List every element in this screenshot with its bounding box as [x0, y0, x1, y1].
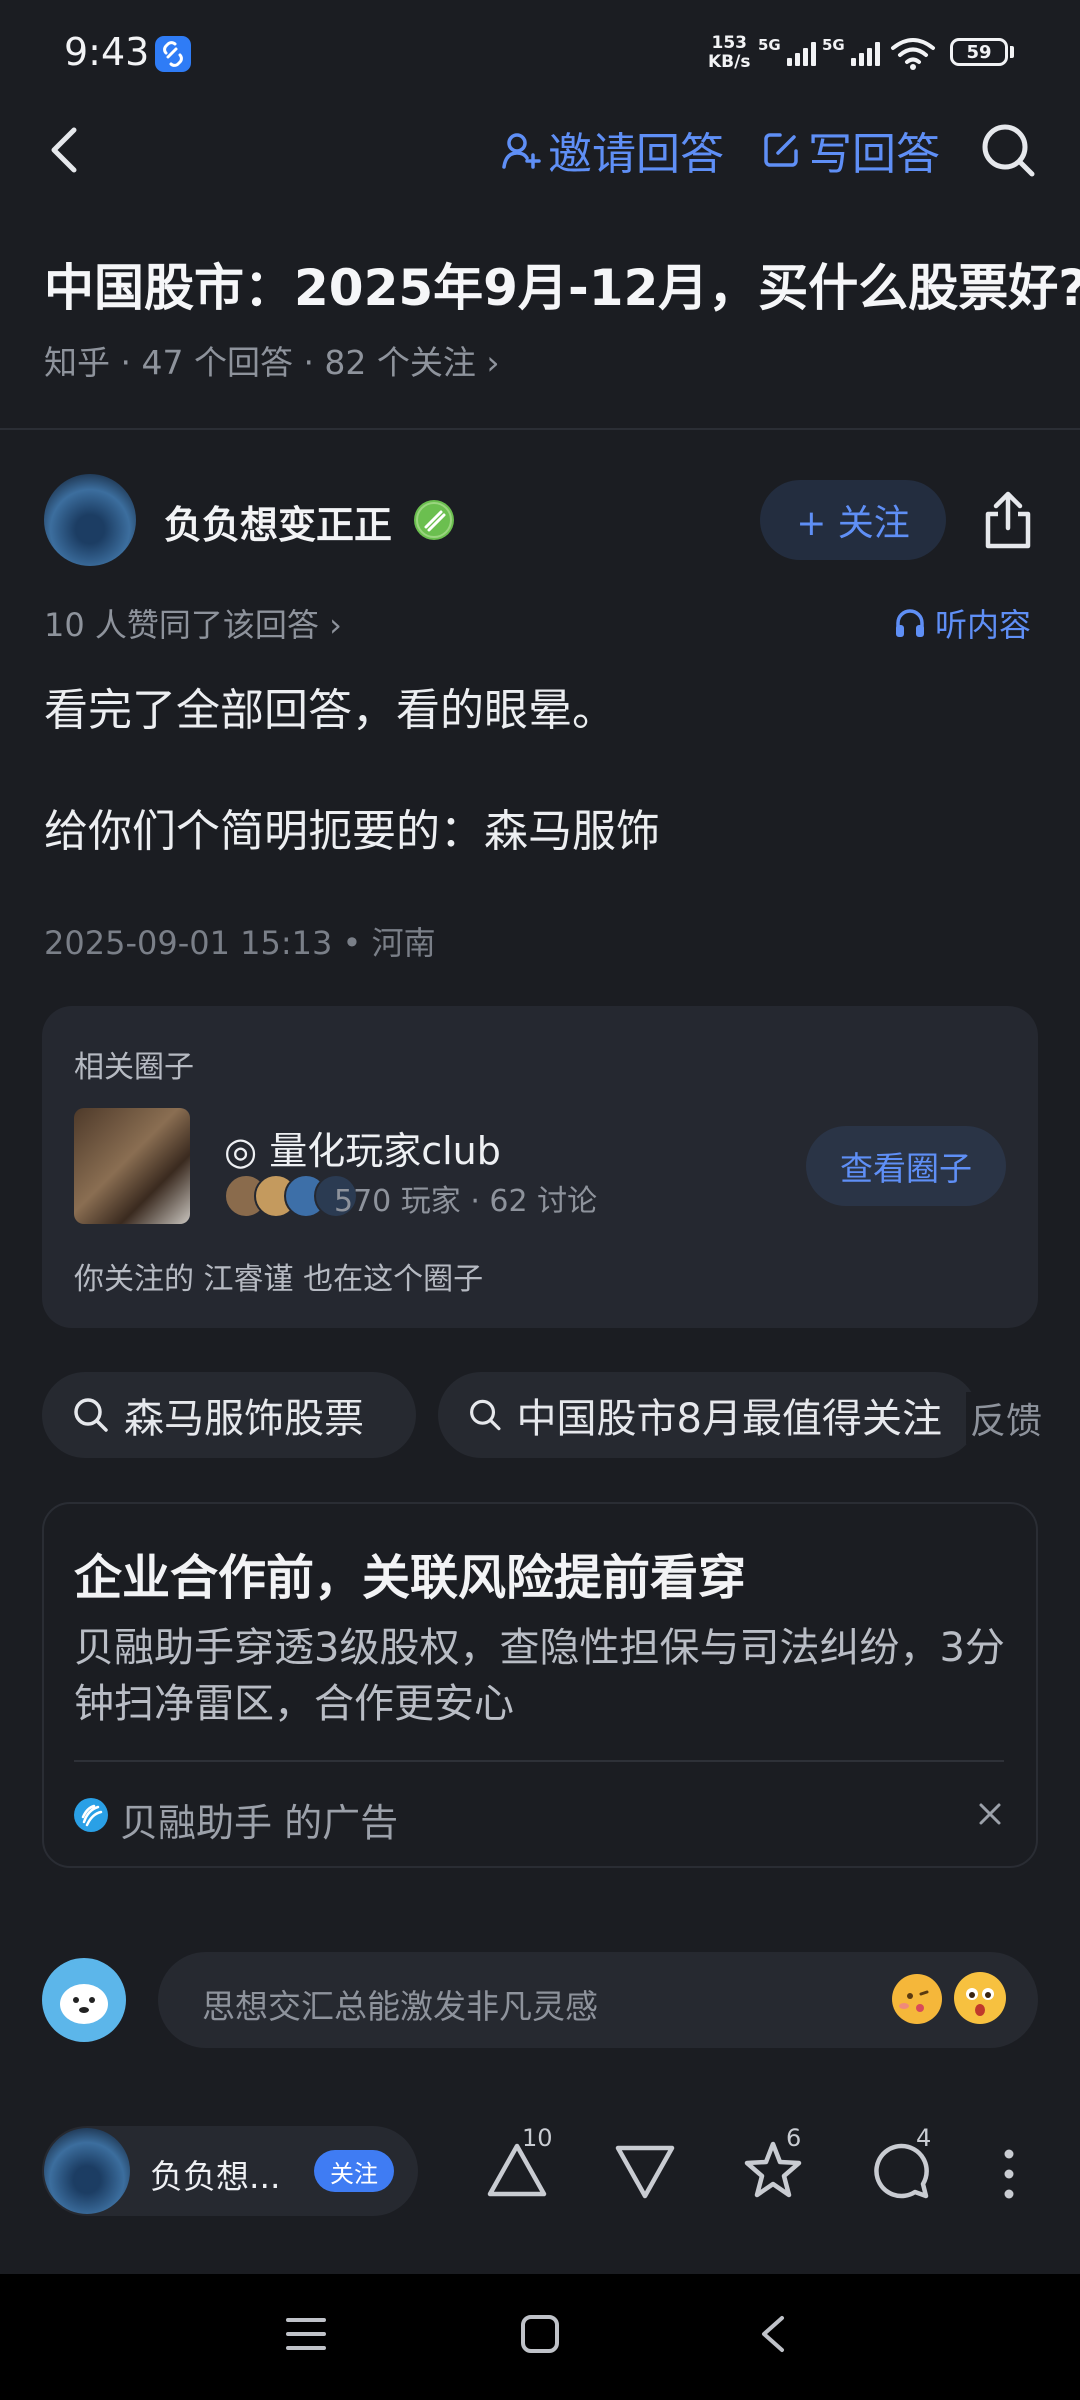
downvote-button[interactable] [610, 2136, 680, 2206]
search-chip-label: 森马服饰股票 [124, 1396, 364, 1442]
network-speed: 153 KB/s [708, 33, 751, 72]
share-icon [985, 491, 1031, 549]
ad-source: 贝融助手 的广告 [120, 1801, 399, 1845]
listen-button[interactable]: 听内容 [893, 600, 1031, 646]
follow-author-small-button[interactable]: 关注 [314, 2150, 394, 2192]
question-title[interactable]: 中国股市：2025年9月-12月，买什么股票好? [44, 248, 1080, 320]
search-chip-label: 中国股市8月最值得关注 [516, 1396, 942, 1442]
downvote-triangle-icon [615, 2145, 675, 2199]
upvote-summary[interactable]: 10 人赞同了该回答 › [44, 600, 342, 646]
status-bar: 9:43 153 KB/s 5G 5G 59 [0, 0, 1080, 100]
back-arrow-icon [51, 127, 77, 173]
share-button[interactable] [978, 488, 1038, 552]
more-vertical-icon [1004, 2149, 1014, 2199]
close-icon [979, 1803, 1001, 1825]
edit-icon [764, 133, 798, 167]
ad-title[interactable]: 企业合作前，关联风险提前看穿 [74, 1538, 746, 1608]
verified-badge-icon [414, 500, 454, 540]
answer-paragraph-2: 给你们个简明扼要的：森马服饰 [44, 806, 660, 857]
battery-tip [1010, 46, 1014, 58]
follow-author-button[interactable]: + 关注 [760, 480, 946, 560]
answer-paragraph-1: 看完了全部回答，看的眼晕。 [44, 685, 616, 736]
search-icon [470, 1399, 501, 1431]
search-chip[interactable]: 森马服饰股票 [42, 1372, 416, 1458]
author-short-name[interactable]: 负负想... [150, 2150, 280, 2198]
system-navigation-bar [0, 2274, 1080, 2400]
search-chip[interactable]: 中国股市8月最值得关注 [438, 1372, 978, 1458]
signal-2-icon: 5G [822, 36, 880, 66]
author-avatar-small[interactable] [44, 2128, 130, 2214]
ad-divider [74, 1760, 1004, 1762]
back-nav-button[interactable] [754, 2314, 794, 2358]
link-app-icon [155, 36, 191, 72]
invite-user-icon [502, 133, 541, 169]
circle-member-avatars [224, 1174, 358, 1218]
header-divider [0, 428, 1080, 430]
invite-answer-label: 邀请回答 [548, 129, 724, 180]
home-nav-button[interactable] [520, 2314, 560, 2358]
invite-answer-button[interactable]: 邀请回答 [500, 120, 724, 180]
search-icon [982, 124, 1035, 177]
circle-section-header: 相关圈子 [74, 1050, 194, 1085]
author-avatar[interactable] [44, 474, 136, 566]
feedback-button[interactable]: 反馈 [966, 1392, 1043, 1444]
question-meta[interactable]: 知乎 · 47 个回答 · 82 个关注 › [44, 336, 500, 384]
post-timestamp: 2025-09-01 15:13 • 河南 [44, 924, 436, 962]
search-icon [74, 1398, 108, 1432]
back-triangle-icon [762, 2316, 784, 2352]
circle-thumbnail[interactable] [74, 1108, 190, 1224]
listen-label: 听内容 [935, 606, 1032, 644]
battery-icon: 59 [950, 38, 1008, 66]
circle-name[interactable]: ◎ 量化玩家club [224, 1120, 501, 1175]
upvote-count: 10 [522, 2124, 553, 2152]
home-square-icon [521, 2315, 559, 2353]
my-avatar[interactable] [42, 1958, 126, 2042]
comment-count: 4 [916, 2124, 932, 2152]
status-time: 9:43 [64, 30, 150, 74]
write-answer-label: 写回答 [808, 129, 940, 180]
search-button[interactable] [978, 120, 1038, 180]
menu-nav-button[interactable] [286, 2314, 326, 2358]
write-answer-button[interactable]: 写回答 [760, 120, 940, 180]
favorite-count: 6 [786, 2124, 802, 2152]
view-circle-button[interactable]: 查看圈子 [806, 1126, 1006, 1206]
comment-placeholder: 思想交汇总能激发非凡灵感 [202, 1987, 598, 2026]
more-options-button[interactable] [994, 2146, 1024, 2202]
signal-1-icon: 5G [758, 36, 816, 66]
ad-description[interactable]: 贝融助手穿透3级股权，查隐性担保与司法纠纷，3分钟扫净雷区，合作更安心 [74, 1620, 1014, 1732]
headphones-icon [896, 609, 924, 637]
circle-followee-note: 你关注的 江睿谨 也在这个圈子 [74, 1262, 484, 1297]
wifi-icon [890, 36, 936, 74]
back-button[interactable] [38, 120, 98, 180]
close-ad-button[interactable] [972, 1796, 1008, 1832]
advertiser-logo-icon [74, 1798, 108, 1832]
circle-stats: 570 玩家 · 62 讨论 [334, 1184, 598, 1219]
menu-icon [286, 2318, 326, 2350]
emoji-surprised-icon[interactable] [954, 1972, 1006, 2024]
emoji-kiss-icon[interactable] [892, 1974, 942, 2024]
author-name[interactable]: 负负想变正正 [164, 494, 392, 549]
